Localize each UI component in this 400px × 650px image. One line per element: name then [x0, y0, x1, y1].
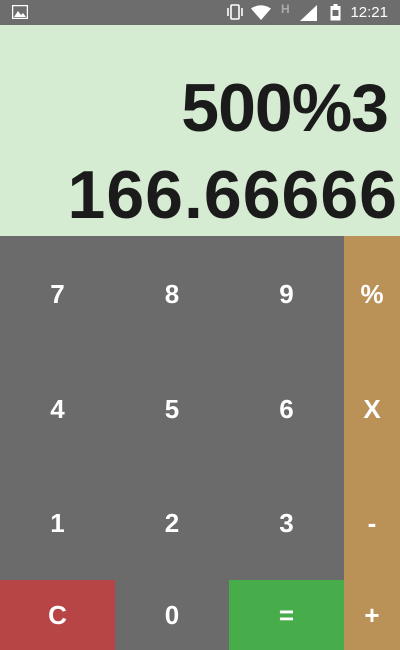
- equals-button[interactable]: =: [229, 580, 344, 650]
- key-1[interactable]: 1: [0, 466, 115, 580]
- keypad: 7 8 9 4 5 6 1 2 3 C 0 = % X - +: [0, 236, 400, 650]
- key-2[interactable]: 2: [115, 466, 229, 580]
- add-button[interactable]: +: [344, 580, 400, 650]
- multiply-button[interactable]: X: [344, 352, 400, 466]
- key-7[interactable]: 7: [0, 236, 115, 352]
- vibrate-icon: [226, 4, 244, 25]
- image-icon: [11, 4, 29, 20]
- status-bar: H 12:21: [0, 0, 400, 25]
- key-9[interactable]: 9: [229, 236, 344, 352]
- key-5[interactable]: 5: [115, 352, 229, 466]
- key-3[interactable]: 3: [229, 466, 344, 580]
- clear-button[interactable]: C: [0, 580, 115, 650]
- key-4[interactable]: 4: [0, 352, 115, 466]
- status-time: 12:21: [350, 4, 388, 21]
- result-text: 166.66666: [67, 157, 398, 233]
- key-8[interactable]: 8: [115, 236, 229, 352]
- subtract-button[interactable]: -: [344, 466, 400, 580]
- wifi-icon: [251, 5, 271, 25]
- calculator-display: 500%3 166.66666: [0, 25, 400, 236]
- signal-icon: [300, 5, 317, 26]
- expression-text: 500%3: [181, 70, 389, 146]
- network-type-label: H: [281, 2, 290, 16]
- key-6[interactable]: 6: [229, 352, 344, 466]
- key-0[interactable]: 0: [115, 580, 229, 650]
- percent-button[interactable]: %: [344, 236, 400, 352]
- battery-icon: [330, 4, 341, 26]
